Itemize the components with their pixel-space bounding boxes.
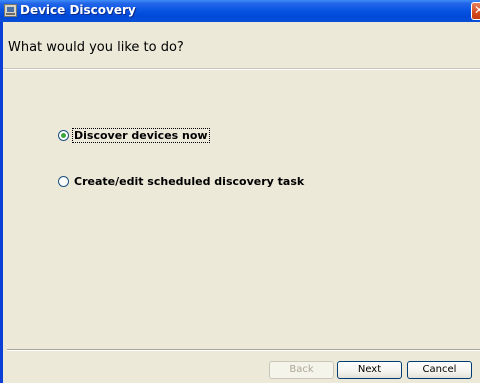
option-scheduled-task[interactable]: Create/edit scheduled discovery task xyxy=(58,173,305,189)
option-discover-now[interactable]: Discover devices now xyxy=(58,127,210,143)
back-button[interactable]: Back xyxy=(269,361,334,379)
device-discovery-window: Device Discovery ✕ What would you like t… xyxy=(0,0,480,383)
option-label[interactable]: Discover devices now xyxy=(72,127,210,143)
next-button[interactable]: Next xyxy=(337,361,402,379)
window-title: Device Discovery xyxy=(20,3,136,17)
footer-separator xyxy=(7,349,480,351)
page-title: What would you like to do? xyxy=(8,40,184,55)
header-panel: What would you like to do? xyxy=(3,22,480,69)
option-label[interactable]: Create/edit scheduled discovery task xyxy=(73,175,305,188)
close-icon[interactable]: ✕ xyxy=(471,2,480,20)
title-bar[interactable]: Device Discovery ✕ xyxy=(0,0,480,22)
app-window-icon xyxy=(4,4,17,17)
radio-button[interactable] xyxy=(58,175,69,187)
header-divider xyxy=(3,69,480,70)
radio-button-selected[interactable] xyxy=(58,129,69,141)
dialog-body: What would you like to do? Discover devi… xyxy=(3,22,480,383)
cancel-button[interactable]: Cancel xyxy=(407,361,472,379)
